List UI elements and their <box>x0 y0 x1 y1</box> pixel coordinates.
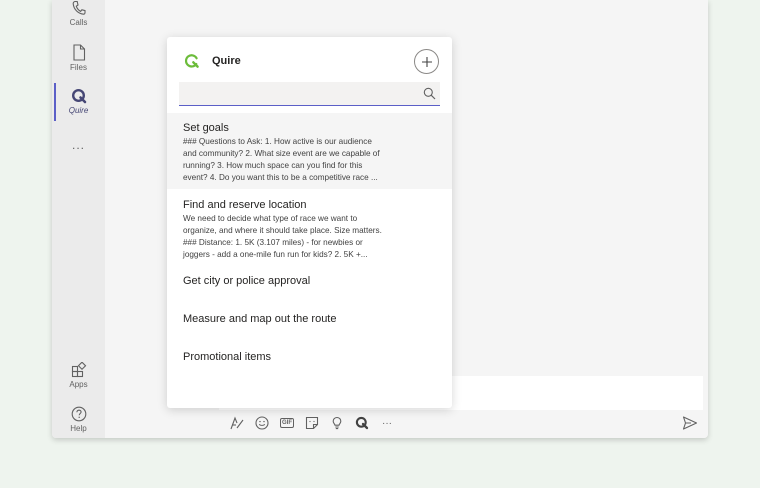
gif-icon: GIF <box>280 418 294 428</box>
praise-button[interactable] <box>329 415 345 431</box>
send-icon <box>682 416 698 430</box>
sticker-icon <box>305 416 319 430</box>
app-rail: Calls Files Quire ... Apps Help <box>52 0 105 438</box>
item-title: Get city or police approval <box>183 275 311 287</box>
emoji-icon <box>255 416 269 430</box>
help-icon <box>71 406 86 422</box>
quire-icon <box>355 416 369 430</box>
quire-logo <box>184 53 200 74</box>
more-apps-button[interactable]: ··· <box>379 415 395 431</box>
add-task-button[interactable] <box>414 49 439 74</box>
quire-app-button[interactable] <box>354 415 370 431</box>
plus-icon <box>421 56 432 67</box>
sticker-button[interactable] <box>304 415 320 431</box>
item-title: Find and reserve location <box>183 199 307 211</box>
item-description: ### Questions to Ask: 1. How active is o… <box>183 137 380 182</box>
rail-item-label: Files <box>70 63 87 72</box>
rail-item-calls[interactable]: Calls <box>52 0 105 27</box>
search-icon[interactable] <box>423 87 436 105</box>
rail-item-files[interactable]: Files <box>52 44 105 72</box>
quire-popup: Quire Set goals ### Questions to Ask: 1.… <box>167 37 452 408</box>
list-item[interactable]: Get city or police approval <box>167 269 452 305</box>
list-item[interactable]: Set goals ### Questions to Ask: 1. How a… <box>167 113 452 189</box>
rail-item-label: Help <box>70 424 87 433</box>
phone-icon <box>72 0 86 15</box>
more-icon: ... <box>71 138 85 152</box>
rail-item-label: Quire <box>68 106 89 115</box>
rail-more-button[interactable]: ... <box>52 138 105 152</box>
quire-icon <box>71 88 86 104</box>
format-icon <box>230 416 244 430</box>
gif-button[interactable]: GIF <box>279 415 295 431</box>
rail-item-quire[interactable]: Quire <box>52 88 105 115</box>
rail-item-label: Apps <box>69 380 88 389</box>
popup-header: Quire <box>167 49 452 75</box>
quire-logo-icon <box>184 54 199 68</box>
item-title: Promotional items <box>183 351 272 363</box>
compose-toolbar: GIF ··· <box>229 414 404 432</box>
item-description: We need to decide what type of race we w… <box>183 214 382 259</box>
apps-icon <box>71 362 86 378</box>
rail-item-label: Calls <box>69 18 88 27</box>
file-icon <box>72 44 85 61</box>
rail-item-apps[interactable]: Apps <box>52 362 105 389</box>
list-item[interactable]: Find and reserve location We need to dec… <box>167 191 452 267</box>
list-item[interactable]: Measure and map out the route <box>167 307 452 343</box>
format-button[interactable] <box>229 415 245 431</box>
list-item[interactable]: Promotional items <box>167 345 452 381</box>
item-title: Set goals <box>183 122 229 134</box>
lightbulb-icon <box>332 416 342 430</box>
item-title: Measure and map out the route <box>183 313 337 325</box>
emoji-button[interactable] <box>254 415 270 431</box>
send-button[interactable] <box>681 414 699 432</box>
search-box <box>179 82 440 106</box>
search-input[interactable] <box>179 82 415 104</box>
popup-title: Quire <box>212 55 241 67</box>
more-icon: ··· <box>382 417 392 429</box>
rail-item-help[interactable]: Help <box>52 406 105 433</box>
